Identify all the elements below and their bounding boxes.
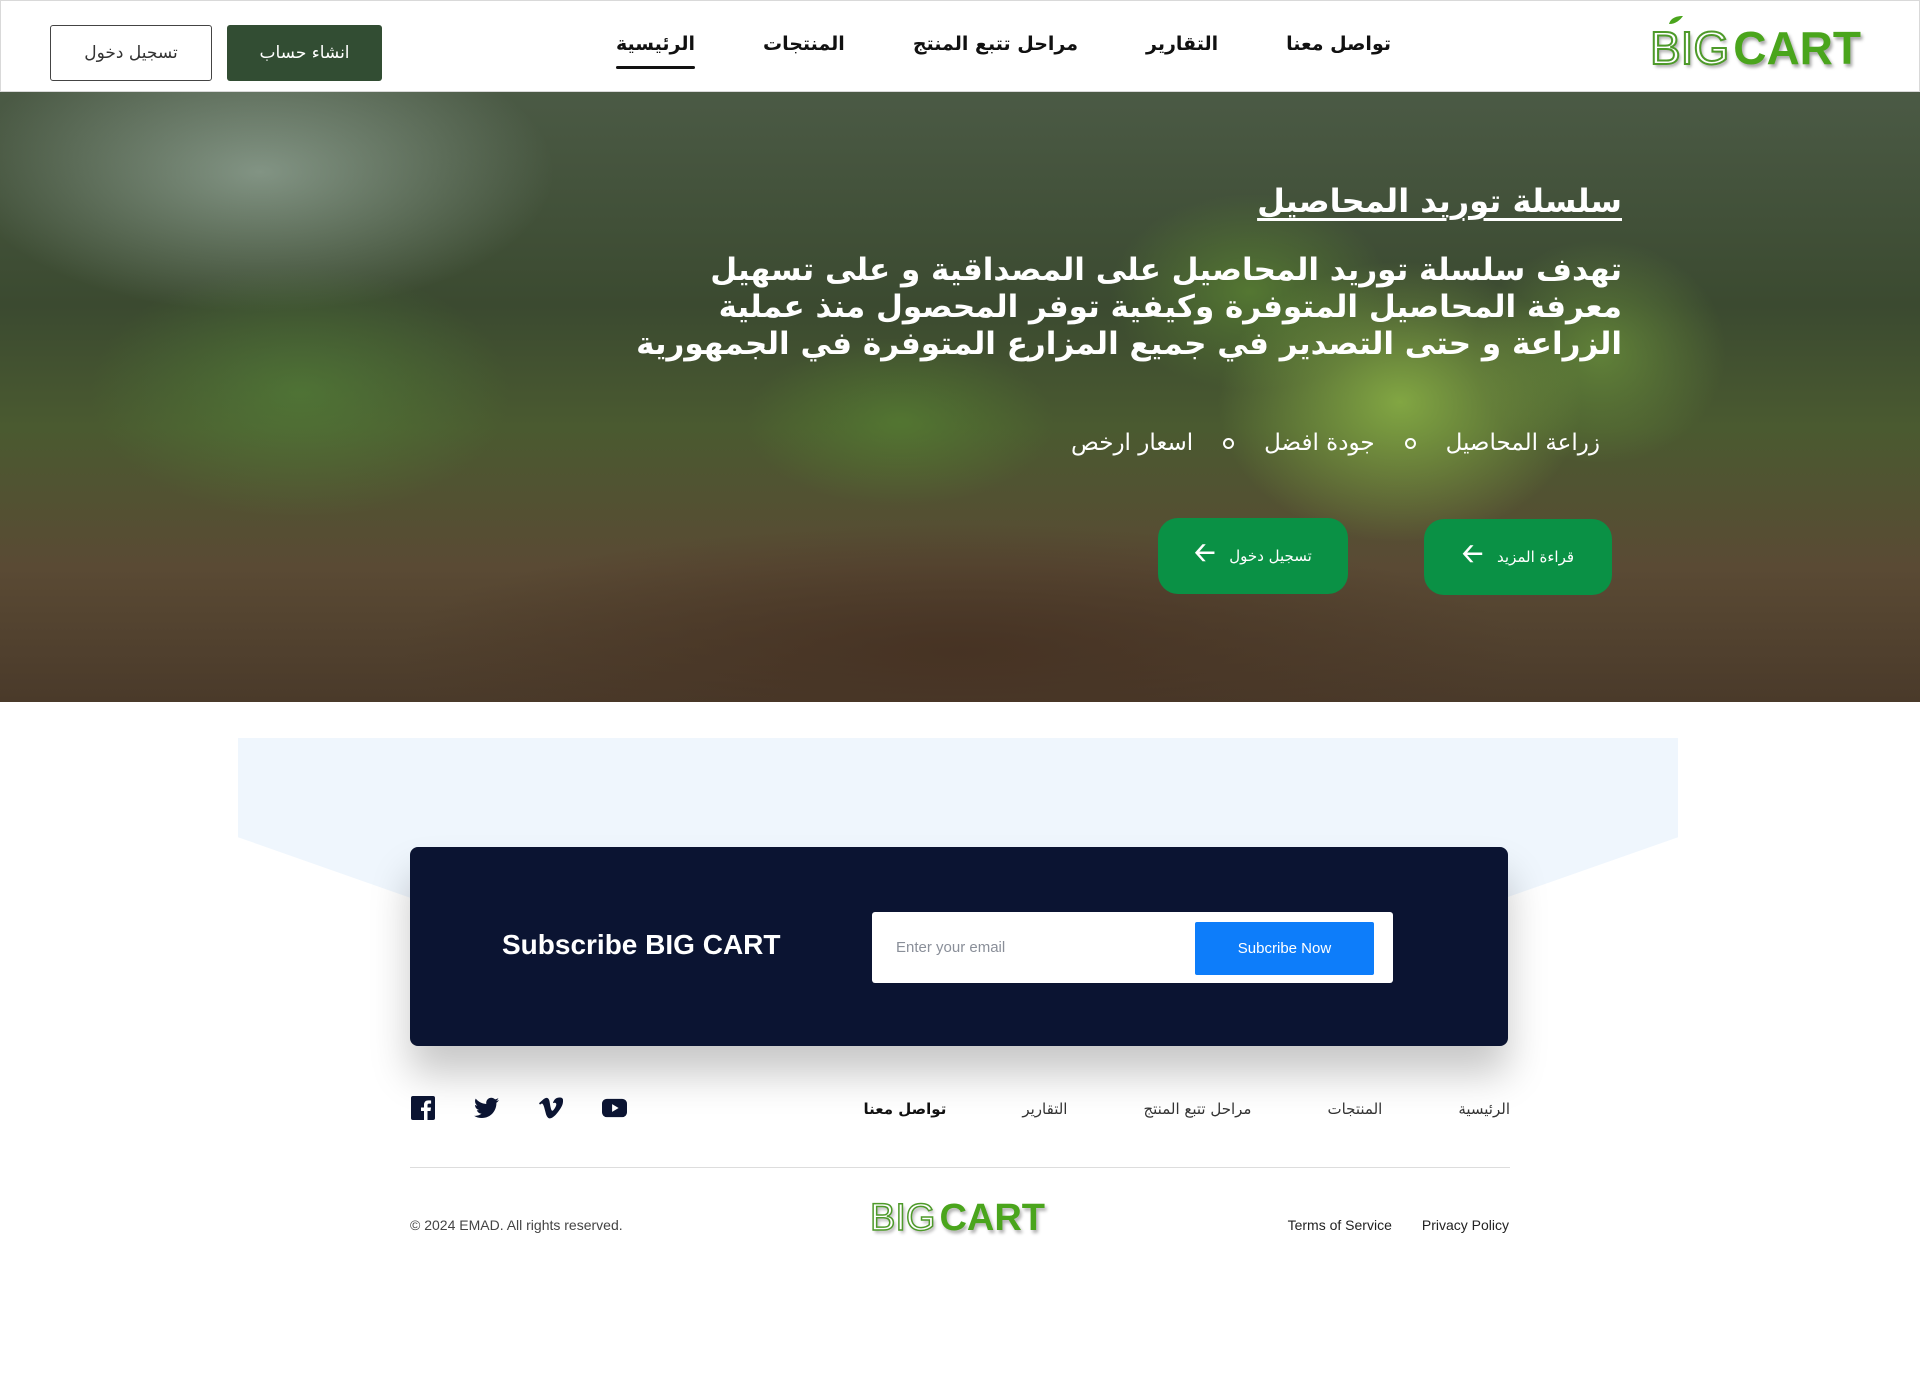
nav-item-home[interactable]: الرئيسية	[616, 33, 695, 69]
hero-features: زراعة المحاصيل جودة افضل اسعار ارخص	[1071, 430, 1600, 456]
read-more-button[interactable]: قراءة المزيد 🡠	[1424, 519, 1612, 595]
copyright-text: © 2024 EMAD. All rights reserved.	[410, 1217, 623, 1233]
circle-bullet-icon	[1223, 437, 1235, 449]
feature-item: جودة افضل	[1264, 430, 1416, 456]
terms-of-service-link[interactable]: Terms of Service	[1288, 1217, 1392, 1233]
leaf-icon	[1668, 16, 1683, 24]
nav-item-contact[interactable]: تواصل معنا	[1286, 33, 1391, 65]
hero-description: تهدف سلسلة توريد المحاصيل على المصداقية …	[636, 252, 1622, 362]
feature-item: زراعة المحاصيل	[1446, 430, 1600, 456]
footer-nav-contact[interactable]: تواصل معنا	[864, 1100, 947, 1118]
hero-login-label: تسجيل دخول	[1229, 547, 1312, 565]
arrow-left-icon: 🡠	[1194, 538, 1216, 568]
footer-nav-home[interactable]: الرئيسية	[1458, 1100, 1510, 1118]
footer-nav-reports[interactable]: التقارير	[1022, 1100, 1067, 1118]
feature-item: اسعار ارخص	[1071, 430, 1235, 456]
nav-item-products[interactable]: المنتجات	[763, 33, 845, 65]
hero-banner: سلسلة توريد المحاصيل تهدف سلسلة توريد ال…	[0, 92, 1920, 702]
login-button[interactable]: تسجيل دخول	[50, 25, 212, 81]
email-input[interactable]	[882, 926, 1182, 968]
circle-bullet-icon	[1404, 437, 1416, 449]
nav-item-reports[interactable]: التقارير	[1146, 33, 1218, 65]
feature-label: جودة افضل	[1264, 430, 1375, 456]
arrow-left-icon: 🡠	[1461, 539, 1484, 569]
logo-cart-text: CART	[1733, 22, 1861, 74]
youtube-icon[interactable]	[602, 1095, 627, 1120]
footer-brand-logo[interactable]: BIG CART	[869, 1196, 1046, 1240]
subscribe-form: Subcribe Now	[872, 912, 1393, 983]
logo-big-text: BIG	[869, 1196, 936, 1240]
footer-nav-tracking[interactable]: مراحل تتبع المنتج	[1143, 1100, 1251, 1118]
hero-login-button[interactable]: تسجيل دخول 🡠	[1158, 518, 1348, 594]
feature-label: اسعار ارخص	[1071, 430, 1194, 456]
brand-logo[interactable]: BIG CART	[1649, 16, 1861, 75]
social-links	[410, 1095, 627, 1120]
site-header: BIG CART الرئيسية المنتجات مراحل تتبع ال…	[0, 0, 1920, 92]
hero-title: سلسلة توريد المحاصيل	[1257, 182, 1622, 220]
main-nav: الرئيسية المنتجات مراحل تتبع المنتج التق…	[616, 33, 1391, 69]
read-more-label: قراءة المزيد	[1497, 548, 1575, 566]
subscribe-card: Subscribe BIG CART Subcribe Now	[410, 847, 1508, 1046]
footer-divider	[410, 1167, 1510, 1168]
footer-nav: الرئيسية المنتجات مراحل تتبع المنتج التق…	[864, 1100, 1510, 1118]
facebook-icon[interactable]	[410, 1095, 435, 1120]
privacy-policy-link[interactable]: Privacy Policy	[1422, 1217, 1509, 1233]
legal-links: Privacy Policy Terms of Service	[1288, 1217, 1509, 1233]
vimeo-icon[interactable]	[538, 1095, 563, 1120]
nav-item-tracking[interactable]: مراحل تتبع المنتج	[913, 33, 1078, 65]
logo-big-text: BIG	[1649, 21, 1730, 75]
feature-label: زراعة المحاصيل	[1445, 430, 1600, 456]
twitter-icon[interactable]	[474, 1095, 499, 1120]
logo-cart-text: CART	[939, 1197, 1046, 1239]
subscribe-button[interactable]: Subcribe Now	[1195, 922, 1374, 975]
subscribe-title: Subscribe BIG CART	[502, 929, 781, 960]
signup-button[interactable]: انشاء حساب	[227, 25, 382, 81]
footer-nav-products[interactable]: المنتجات	[1327, 1100, 1382, 1118]
